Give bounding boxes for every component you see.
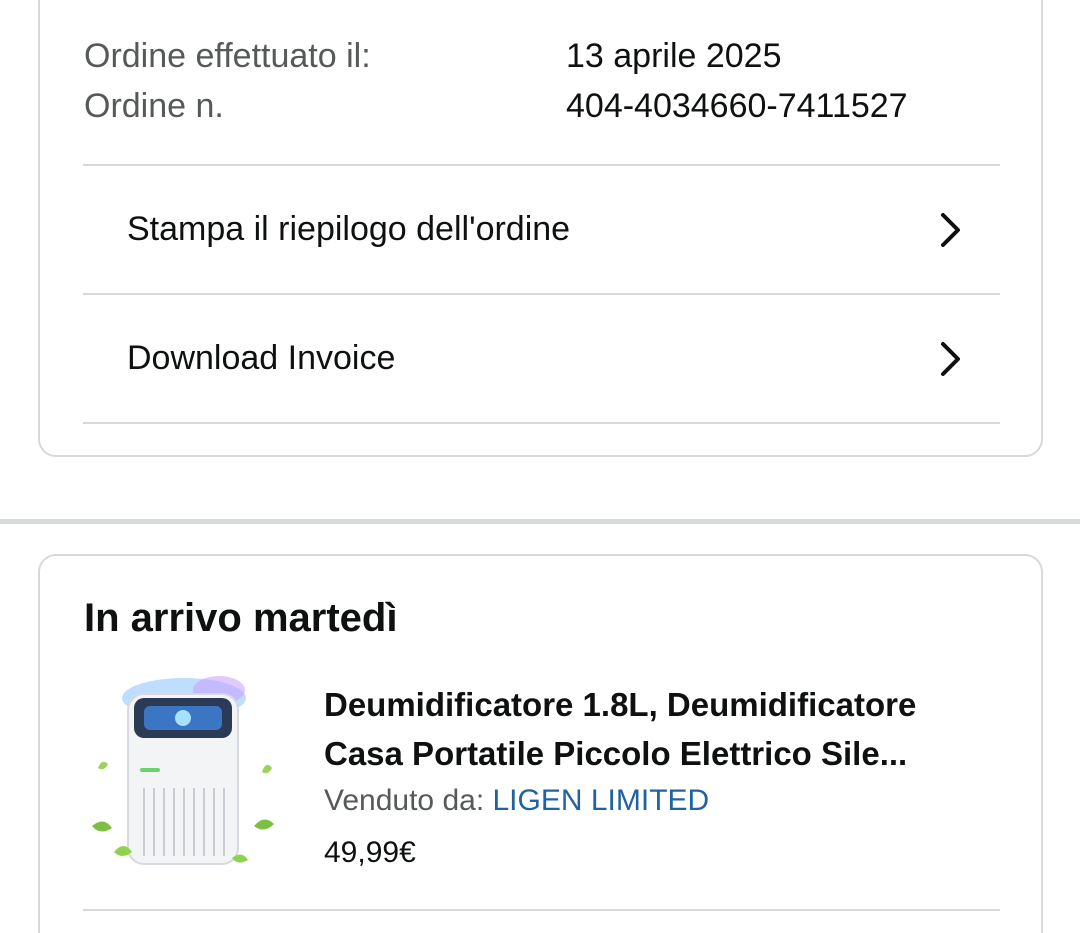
seller-info: Venduto da: LIGEN LIMITED [324, 784, 709, 818]
divider [83, 909, 1000, 911]
download-invoice-link[interactable]: Download Invoice [83, 295, 1000, 422]
product-price: 49,99€ [324, 836, 416, 869]
order-date-value: 13 aprile 2025 [566, 37, 782, 75]
shipment-status-title: In arrivo martedì [84, 596, 398, 640]
order-number-row: Ordine n. 404-4034660-7411527 [84, 86, 908, 126]
order-details-card: Ordine effettuato il: 13 aprile 2025 Ord… [38, 0, 1043, 457]
seller-name-link[interactable]: LIGEN LIMITED [493, 784, 710, 817]
order-number-value: 404-4034660-7411527 [566, 87, 908, 125]
print-order-summary-label: Stampa il riepilogo dell'ordine [127, 210, 571, 248]
shipment-card: In arrivo martedì Deumidificatore 1.8L, … [38, 554, 1043, 933]
product-title-line-1: Deumidificatore 1.8L, Deumidificatore [324, 686, 917, 723]
print-order-summary-link[interactable]: Stampa il riepilogo dell'ordine [83, 166, 1000, 293]
order-date-row: Ordine effettuato il: 13 aprile 2025 [84, 36, 782, 76]
order-date-label: Ordine effettuato il: [84, 37, 371, 75]
product-title-line-2: Casa Portatile Piccolo Elettrico Sile... [324, 735, 908, 772]
chevron-right-icon [936, 210, 966, 250]
chevron-right-icon [936, 339, 966, 379]
order-number-label: Ordine n. [84, 87, 224, 125]
section-separator [0, 519, 1080, 524]
download-invoice-label: Download Invoice [127, 339, 396, 377]
dehumidifier-product-image[interactable] [84, 676, 280, 872]
product-title-link[interactable]: Deumidificatore 1.8L, Deumidificatore Ca… [324, 680, 1024, 778]
seller-label: Venduto da: [324, 784, 485, 817]
divider [83, 422, 1000, 424]
